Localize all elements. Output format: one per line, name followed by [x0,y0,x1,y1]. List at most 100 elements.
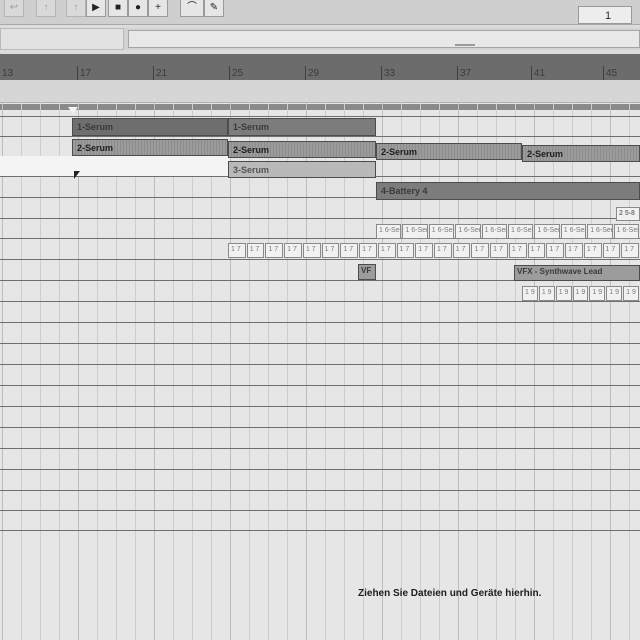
ruler-tick-label: 21 [152,66,168,80]
clip-2-serum[interactable]: 2-Serum [522,145,640,162]
clip-8-vf[interactable]: VF [358,264,376,280]
clip-7-loop[interactable]: 1 7 [621,243,639,258]
track-divider [0,385,640,386]
clip-2-serum[interactable]: 2-Serum [72,139,228,156]
clip-name: 3-Serum [233,165,270,175]
overview-scroll-window[interactable] [128,30,640,48]
arrangement-overview[interactable] [0,28,640,50]
clip-7-loop[interactable]: 1 7 [527,243,546,258]
play-button[interactable]: ▶ [86,0,106,17]
clip-7-loop[interactable]: 1 7 [265,243,284,258]
clip-name: 1 9 [575,289,586,296]
start-marker-icon[interactable] [68,107,78,114]
b1-button[interactable]: ↩ [4,0,24,17]
clip-7-loop[interactable]: 1 7 [546,243,565,258]
clip-9-loop[interactable]: 1 9 [606,286,623,301]
clip-6-serum[interactable]: 1 6-Ser [376,224,402,239]
clip-7-loop[interactable]: 1 7 [583,243,602,258]
clip-8-vfx-lead[interactable]: VFX - Synthwave Lead [514,265,640,281]
clip-9-loop[interactable]: 1 9 [555,286,572,301]
clip-name: 2-Serum [381,147,418,157]
clip-name: 2 5-8 [619,210,635,217]
track-divider [0,490,640,491]
clip-7-loop[interactable]: 1 7 [415,243,433,258]
clip-7-loop[interactable]: 1 7 [434,243,452,258]
bar-counter-value: 1 [605,10,612,22]
ruler-tick-label: 33 [380,66,396,80]
clip-6-serum[interactable]: 1 6-Ser [508,224,534,239]
clip-9-loop[interactable]: 1 9 [589,286,606,301]
ruler-tick-label: 29 [304,66,320,80]
track-divider [0,136,640,137]
selected-track-lane[interactable] [0,156,230,176]
clip-name: 1 6-Ser [563,227,587,234]
clip-7-loop[interactable]: 1 7 [471,243,490,258]
clip-6-serum[interactable]: 1 6-Ser [455,224,481,239]
clip-6-serum[interactable]: 1 6-Ser [481,224,507,239]
clip-6-serum[interactable]: 1 6-Ser [402,224,428,239]
clip-name: 1 9 [592,289,603,296]
clip-2-serum[interactable]: 2-Serum [376,143,522,160]
loop-brace-strip[interactable] [0,80,640,103]
clip-1-serum[interactable]: 1-Serum [228,118,376,136]
clip-4-battery[interactable]: 4-Battery 4 [376,182,640,200]
clip-7-loop[interactable]: 1 7 [490,243,508,258]
clip-7-loop[interactable]: 1 7 [302,243,321,258]
clip-7-loop[interactable]: 1 7 [452,243,471,258]
clip-name: VF [361,266,372,275]
clip-5-small[interactable]: 2 5-8 [616,207,640,221]
loop-region-bar[interactable] [0,104,640,110]
grid-beat-line [325,102,326,640]
clip-name: 1-Serum [77,122,114,132]
clip-6-serum[interactable]: 1 6-Ser [613,224,639,239]
clip-9-loop[interactable]: 1 9 [538,286,555,301]
clip-name: 1 7 [493,246,503,253]
clip-name: 1 7 [268,246,279,253]
clip-7-loop[interactable]: 1 7 [321,243,340,258]
clip-6-serum[interactable]: 1 6-Ser [428,224,455,239]
clip-name: 1 6-Ser [405,227,428,234]
clip-name: 1 6-Ser [484,227,507,234]
grid-beat-line [40,102,41,640]
clip-7-loop[interactable]: 1 7 [284,243,302,258]
clip-2-serum[interactable]: 2-Serum [228,141,376,158]
ruler-tick-label: 13 [2,68,14,79]
clip-name: 1 7 [568,246,578,253]
clip-name: 1 9 [558,289,569,296]
clip-7-loop[interactable]: 1 7 [228,243,246,258]
clip-6-serum[interactable]: 1 6-Ser [587,224,613,239]
clip-1-serum[interactable]: 1-Serum [72,118,228,136]
ruler-tick-label: 37 [456,66,472,80]
clip-7-loop[interactable]: 1 7 [565,243,583,258]
track-divider [0,364,640,365]
beat-time-ruler[interactable]: 13 17 21 25 29 33 37 41 45 [0,54,640,80]
clip-7-loop[interactable]: 1 7 [340,243,359,258]
clip-7-loop[interactable]: 1 7 [602,243,621,258]
grid-beat-line [230,102,231,640]
clip-9-loop[interactable]: 1 9 [623,286,639,301]
overdub-button[interactable]: + [148,0,168,17]
clip-name: 4-Battery 4 [381,186,428,196]
clip-7-loop[interactable]: 1 7 [359,243,377,258]
clip-7-loop[interactable]: 1 7 [377,243,396,258]
clip-name: 1 7 [343,246,354,253]
clip-name: VFX - Synthwave Lead [517,267,603,276]
scroll-grip[interactable] [455,44,475,46]
clip-name: 1 7 [231,246,241,253]
record-button[interactable]: ● [128,0,148,17]
clip-3-serum[interactable]: 3-Serum [228,161,376,178]
clip-7-loop[interactable]: 1 7 [396,243,415,258]
clip-6-serum[interactable]: 1 6-Ser [534,224,560,239]
clip-9-loop[interactable]: 1 9 [522,286,538,301]
b2-button[interactable]: ↑ [36,0,56,17]
clip-9-loop[interactable]: 1 9 [572,286,589,301]
bar-counter[interactable]: 1 [578,6,632,24]
b3-button[interactable]: ↑ [66,0,86,17]
auto-button[interactable]: ⌒ [180,0,204,17]
clip-7-loop[interactable]: 1 7 [246,243,265,258]
clip-7-loop[interactable]: 1 7 [508,243,527,258]
clip-name: 1 7 [511,246,522,253]
stop-button[interactable]: ■ [108,0,128,17]
clip-6-serum[interactable]: 1 6-Ser [560,224,587,239]
draw-button[interactable]: ✎ [204,0,224,17]
